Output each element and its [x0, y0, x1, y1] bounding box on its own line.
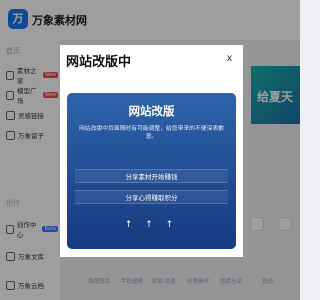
up-arrow-icon: ↑ ↑ ↑ [124, 220, 179, 230]
card-title: 网站改版 [128, 104, 175, 118]
share-insights-button[interactable]: 分享心得赚取积分 [75, 190, 228, 204]
share-materials-button[interactable]: 分享素材开始赚钱 [75, 169, 228, 183]
modal-title: 网站改版中 [66, 55, 132, 70]
close-icon[interactable]: x [224, 53, 235, 64]
notice-modal: 网站改版中 x 网站改版 网站改版中页面随时有可能调整，给您带来的不便深表歉意。… [60, 45, 243, 257]
card-description: 网站改版中页面随时有可能调整，给您带来的不便深表歉意。 [79, 126, 224, 140]
notice-card: 网站改版 网站改版中页面随时有可能调整，给您带来的不便深表歉意。 分享素材开始赚… [67, 93, 236, 249]
